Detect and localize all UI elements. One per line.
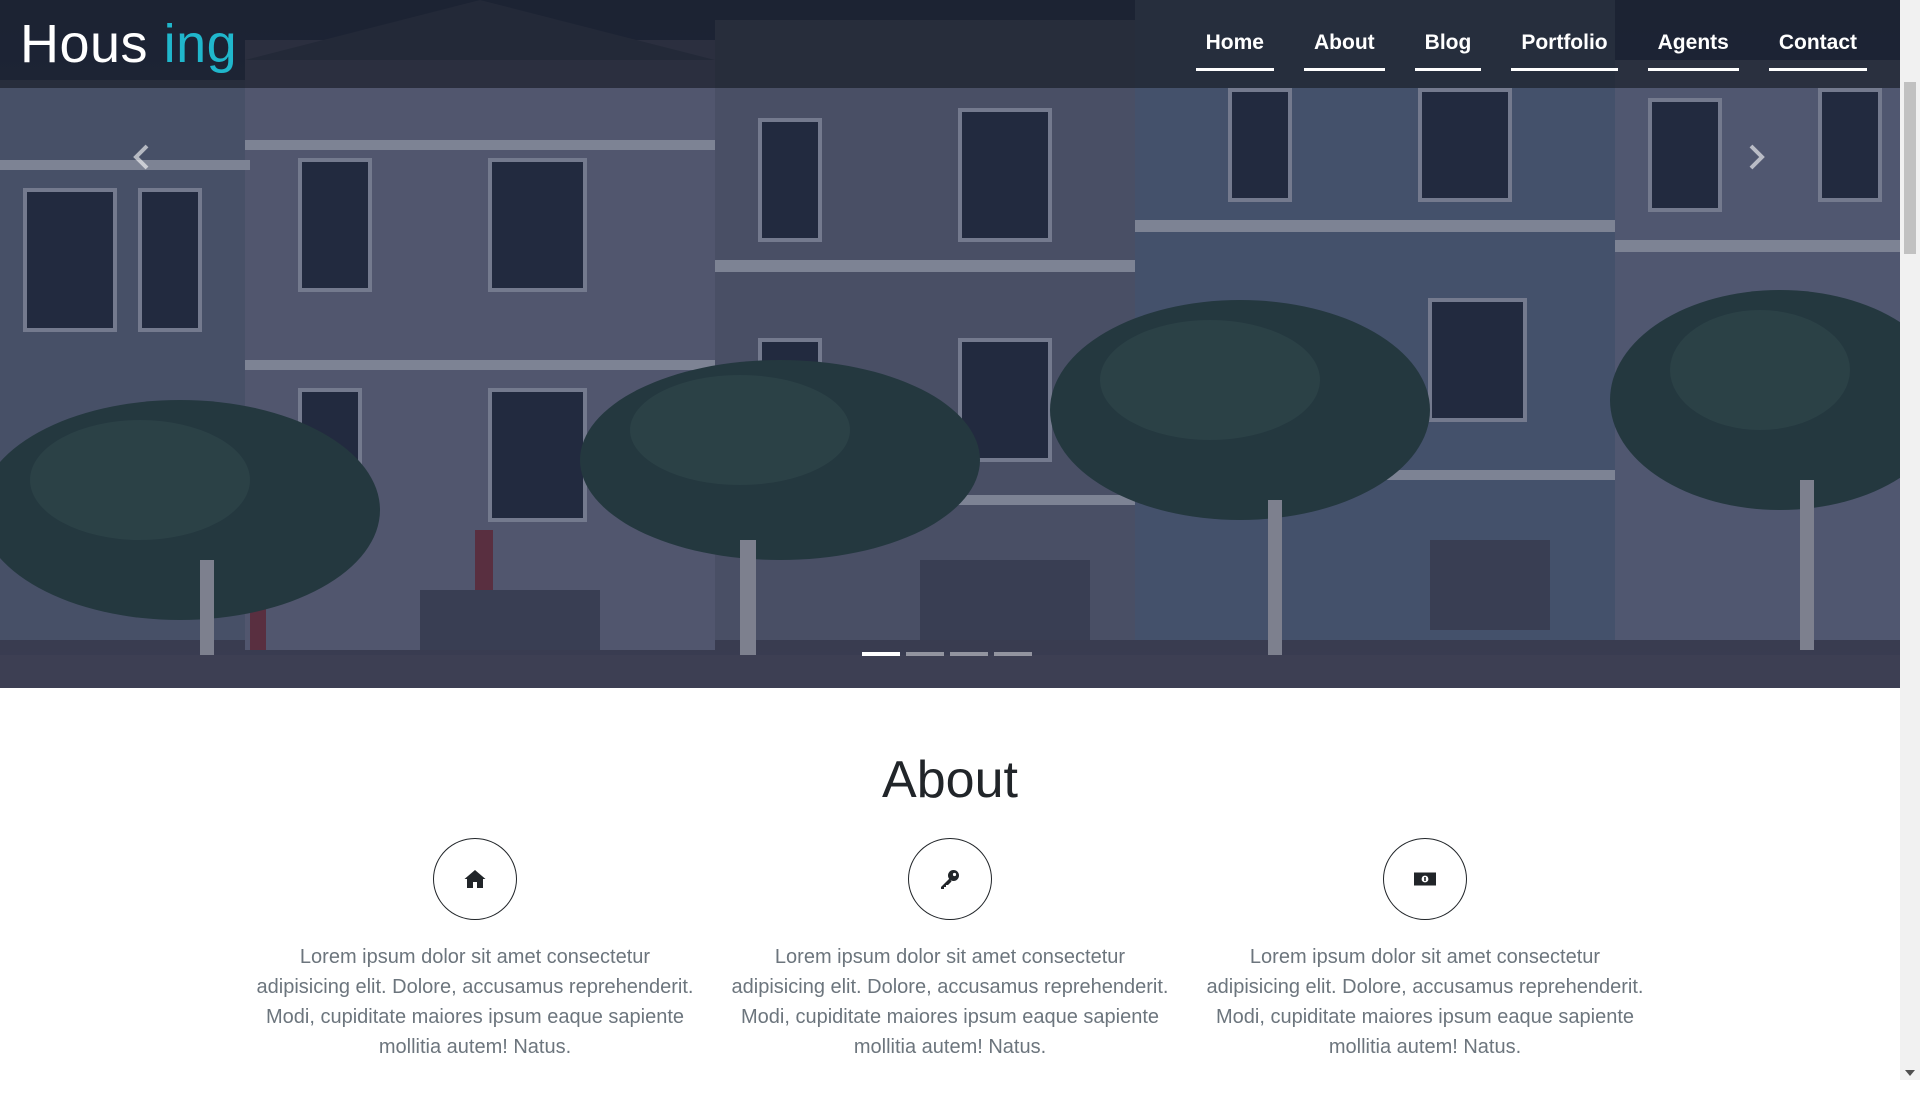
- carousel-indicator-1[interactable]: [862, 652, 900, 656]
- hero-carousel: [0, 0, 1900, 688]
- feature-text: Lorem ipsum dolor sit amet consectetur a…: [731, 946, 1169, 1058]
- brand-part-2: ing: [163, 14, 238, 74]
- chevron-left-icon: [133, 144, 149, 170]
- nav-contact[interactable]: Contact: [1768, 18, 1867, 71]
- carousel-indicator-3[interactable]: [950, 652, 988, 656]
- feature-card-money: Lorem ipsum dolor sit amet consectetur a…: [1205, 838, 1645, 1062]
- nav-portfolio[interactable]: Portfolio: [1511, 18, 1618, 71]
- hero-dark-overlay: [0, 0, 1900, 688]
- carousel-indicator-2[interactable]: [906, 652, 944, 656]
- money-bill-icon: [1414, 872, 1436, 886]
- brand-part-1: Hous: [20, 14, 149, 74]
- feature-card-home: Lorem ipsum dolor sit amet consectetur a…: [255, 838, 695, 1062]
- carousel-next-button[interactable]: [1742, 140, 1770, 174]
- scrollbar-thumb[interactable]: [1904, 82, 1916, 254]
- nav-agents[interactable]: Agents: [1647, 18, 1739, 71]
- main-nav: Home About Blog Portfolio Agents Contact: [1181, 18, 1882, 71]
- carousel-indicator-4[interactable]: [994, 652, 1032, 656]
- nav-home[interactable]: Home: [1195, 18, 1274, 71]
- feature-icon-circle: [908, 838, 992, 920]
- nav-blog[interactable]: Blog: [1414, 18, 1482, 71]
- feature-card-key: Lorem ipsum dolor sit amet consectetur a…: [730, 838, 1170, 1062]
- carousel-indicators: [862, 652, 1032, 656]
- carousel-prev-button[interactable]: [128, 140, 156, 174]
- page-scrollbar[interactable]: [1900, 0, 1920, 1080]
- scroll-down-arrow-icon[interactable]: [1905, 1070, 1915, 1076]
- feature-icon-circle: [1383, 838, 1467, 920]
- feature-icon-circle: [433, 838, 517, 920]
- about-heading: About: [882, 751, 1018, 809]
- feature-text: Lorem ipsum dolor sit amet consectetur a…: [1206, 946, 1644, 1058]
- feature-text: Lorem ipsum dolor sit amet consectetur a…: [256, 946, 694, 1058]
- top-navbar: Hous ing Home About Blog Portfolio Agent…: [0, 0, 1900, 88]
- chevron-right-icon: [1749, 144, 1765, 170]
- nav-about[interactable]: About: [1304, 18, 1385, 71]
- key-icon: [941, 870, 959, 889]
- brand-logo[interactable]: Hous ing: [20, 14, 237, 74]
- home-icon: [464, 870, 486, 888]
